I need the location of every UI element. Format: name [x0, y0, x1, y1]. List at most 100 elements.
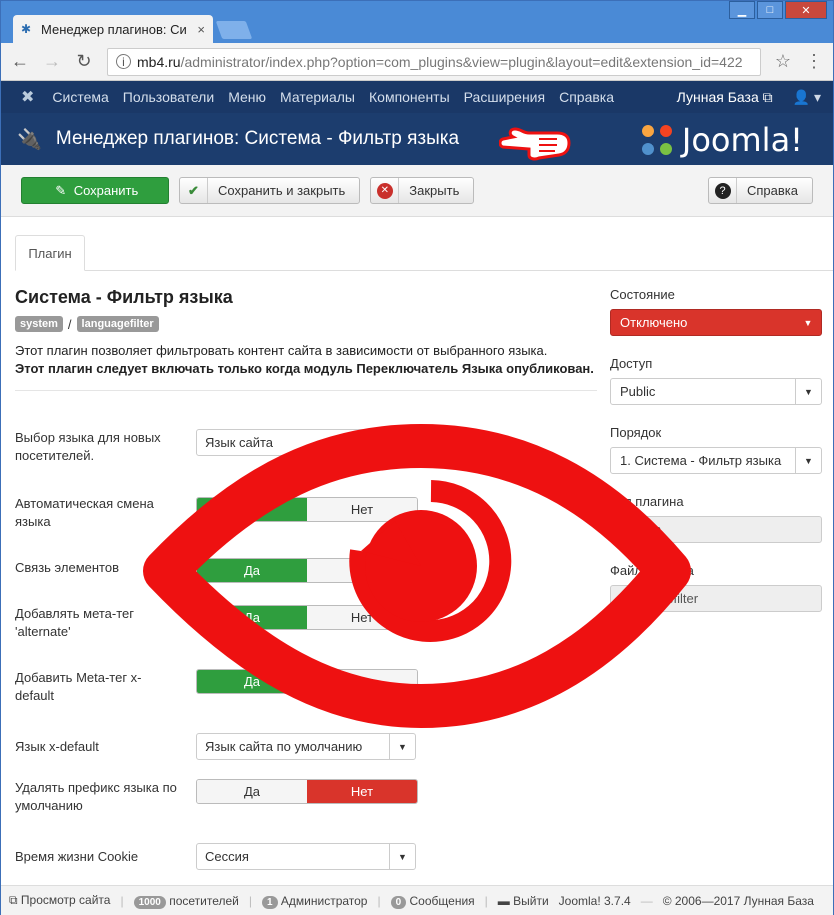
associations-toggle[interactable]: Да Нет — [196, 558, 418, 583]
copyright-text: © 2006—2017 Лунная База — [662, 893, 814, 908]
version-text: Joomla! 3.7.4 — [558, 893, 631, 908]
user-menu[interactable]: 👤 ▾ — [793, 89, 821, 106]
new-tab-button[interactable] — [215, 21, 253, 39]
url-host: mb4.ru — [137, 53, 181, 70]
messages-count[interactable]: 0 Сообщения — [390, 894, 475, 909]
user-icon: 👤 — [792, 88, 811, 105]
joomla-brand: Joomla! — [638, 121, 803, 159]
state-select[interactable]: Отключено ▼ — [610, 309, 822, 336]
chevron-down-icon: ▼ — [389, 430, 415, 455]
ordering-label: Порядок — [610, 425, 662, 440]
plugin-form: Система - Фильтр языка system / language… — [15, 287, 597, 870]
folder-badge: system — [15, 316, 63, 332]
check-icon: ✔ — [180, 178, 208, 203]
joomla-favicon-icon: ✱ — [21, 22, 32, 36]
question-icon: ? — [714, 182, 731, 199]
menu-system[interactable]: Система — [52, 89, 108, 105]
browser-window: ✱ Менеджер плагинов: Си × ▁ □ ✕ ← → ↻ i … — [0, 0, 834, 915]
xdefault-language-select[interactable]: Язык сайта по умолчанию ▼ — [196, 733, 416, 760]
yes-option[interactable]: Да — [197, 559, 307, 582]
plugin-type-label: Тип плагина — [610, 494, 684, 509]
field-label: Выбор языка для новых посетителей. — [15, 430, 161, 463]
plugin-file-field: languagefilter — [610, 585, 822, 612]
plugin-badges: system / languagefilter — [15, 316, 597, 332]
browser-tab[interactable]: ✱ Менеджер плагинов: Си × — [13, 15, 213, 43]
browser-toolbar: ← → ↻ i mb4.ru/administrator/index.php?o… — [1, 43, 833, 81]
cancel-icon: ✕ — [376, 182, 393, 199]
bookmark-star-icon[interactable]: ☆ — [775, 51, 791, 72]
action-toolbar: ✎ Сохранить ✔ Сохранить и закрыть ✕ Закр… — [1, 165, 833, 217]
help-button[interactable]: ? Справка — [708, 177, 813, 204]
address-bar[interactable]: i mb4.ru/administrator/index.php?option=… — [107, 47, 761, 76]
joomla-logo-icon — [641, 125, 672, 155]
close-window-button[interactable]: ✕ — [785, 1, 827, 19]
edit-icon: ✎ — [55, 182, 67, 198]
external-link-icon: ⧉ — [9, 893, 18, 907]
tab-plugin[interactable]: Плагин — [15, 235, 85, 271]
pointing-hand-icon — [499, 127, 571, 161]
plug-icon: 🔌 — [17, 128, 42, 151]
tab-strip: Плагин — [15, 235, 833, 271]
back-icon[interactable]: ← — [11, 51, 29, 72]
browser-titlebar: ✱ Менеджер плагинов: Си × ▁ □ ✕ — [1, 1, 833, 43]
menu-components[interactable]: Компоненты — [369, 89, 450, 105]
cookie-lifetime-select[interactable]: Сессия ▼ — [196, 843, 416, 870]
browser-menu-icon[interactable]: ⋮ — [805, 51, 823, 72]
alternate-meta-toggle[interactable]: Да Нет — [196, 605, 418, 630]
logout-link[interactable]: ▬ Выйти — [498, 894, 549, 908]
no-option[interactable]: Нет — [307, 780, 417, 803]
yes-option[interactable]: Да — [197, 606, 307, 629]
admin-menu-bar: ✖ Система Пользователи Меню Материалы Ко… — [1, 81, 833, 113]
chevron-down-icon: ▼ — [389, 734, 415, 759]
site-link[interactable]: Лунная База ⧉ — [677, 89, 773, 106]
tab-close-icon[interactable]: × — [197, 22, 205, 37]
page-content: ✖ Система Пользователи Меню Материалы Ко… — [1, 81, 833, 915]
plugin-file-label: Файл плагина — [610, 563, 694, 578]
window-controls: ▁ □ ✕ — [729, 1, 827, 19]
remove-prefix-toggle[interactable]: Да Нет — [196, 779, 418, 804]
visitors-count[interactable]: 1000 посетителей — [133, 894, 239, 909]
page-title: Менеджер плагинов: Система - Фильтр язык… — [55, 128, 460, 149]
info-icon[interactable]: i — [116, 54, 131, 69]
joomla-menu-logo-icon[interactable]: ✖ — [21, 87, 34, 107]
details-sidebar: Состояние Отключено ▼ Доступ Public ▼ Поря… — [610, 287, 822, 632]
plugin-description: Этот плагин позволяет фильтровать контен… — [15, 342, 597, 391]
chevron-down-icon: ▼ — [795, 379, 821, 404]
chevron-down-icon: ▼ — [389, 844, 415, 869]
chevron-down-icon: ▼ — [795, 448, 821, 473]
save-close-button[interactable]: ✔ Сохранить и закрыть — [179, 177, 361, 204]
access-select[interactable]: Public ▼ — [610, 378, 822, 405]
menu-extensions[interactable]: Расширения — [464, 89, 545, 105]
no-option[interactable]: Нет — [307, 670, 417, 693]
external-link-icon: ⧉ — [762, 88, 773, 105]
detect-language-select[interactable]: Язык сайта ▼ — [196, 429, 416, 456]
forward-icon[interactable]: → — [43, 51, 61, 72]
save-button[interactable]: ✎ Сохранить — [21, 177, 169, 204]
menu-users[interactable]: Пользователи — [123, 89, 214, 105]
xdefault-meta-toggle[interactable]: Да Нет — [196, 669, 418, 694]
plugin-title: Система - Фильтр языка — [15, 287, 233, 307]
yes-option[interactable]: Да — [197, 780, 307, 803]
reload-icon[interactable]: ↻ — [75, 51, 93, 72]
minimize-button[interactable]: ▁ — [729, 1, 755, 19]
plugin-type-field: system — [610, 516, 822, 543]
admins-count[interactable]: 1 Администратор — [262, 894, 367, 909]
tab-title: Менеджер плагинов: Си — [41, 21, 187, 37]
view-site-link[interactable]: ⧉ Просмотр сайта — [9, 893, 110, 908]
menu-content[interactable]: Материалы — [280, 89, 355, 105]
minus-icon: ▬ — [497, 893, 510, 908]
element-badge: languagefilter — [76, 316, 159, 332]
automatic-change-toggle[interactable]: Да Нет — [196, 497, 418, 522]
yes-option[interactable]: Да — [197, 670, 307, 693]
menu-menus[interactable]: Меню — [228, 89, 266, 105]
no-option[interactable]: Нет — [307, 606, 417, 629]
no-option[interactable]: Нет — [307, 498, 417, 521]
ordering-select[interactable]: 1. Система - Фильтр языка ▼ — [610, 447, 822, 474]
yes-option[interactable]: Да — [197, 498, 307, 521]
close-button[interactable]: ✕ Закрыть — [370, 177, 475, 204]
access-label: Доступ — [610, 356, 653, 371]
menu-help[interactable]: Справка — [559, 89, 614, 105]
no-option[interactable]: Нет — [307, 559, 417, 582]
maximize-button[interactable]: □ — [757, 1, 783, 19]
url-path: /administrator/index.php?option=com_plug… — [180, 53, 743, 70]
